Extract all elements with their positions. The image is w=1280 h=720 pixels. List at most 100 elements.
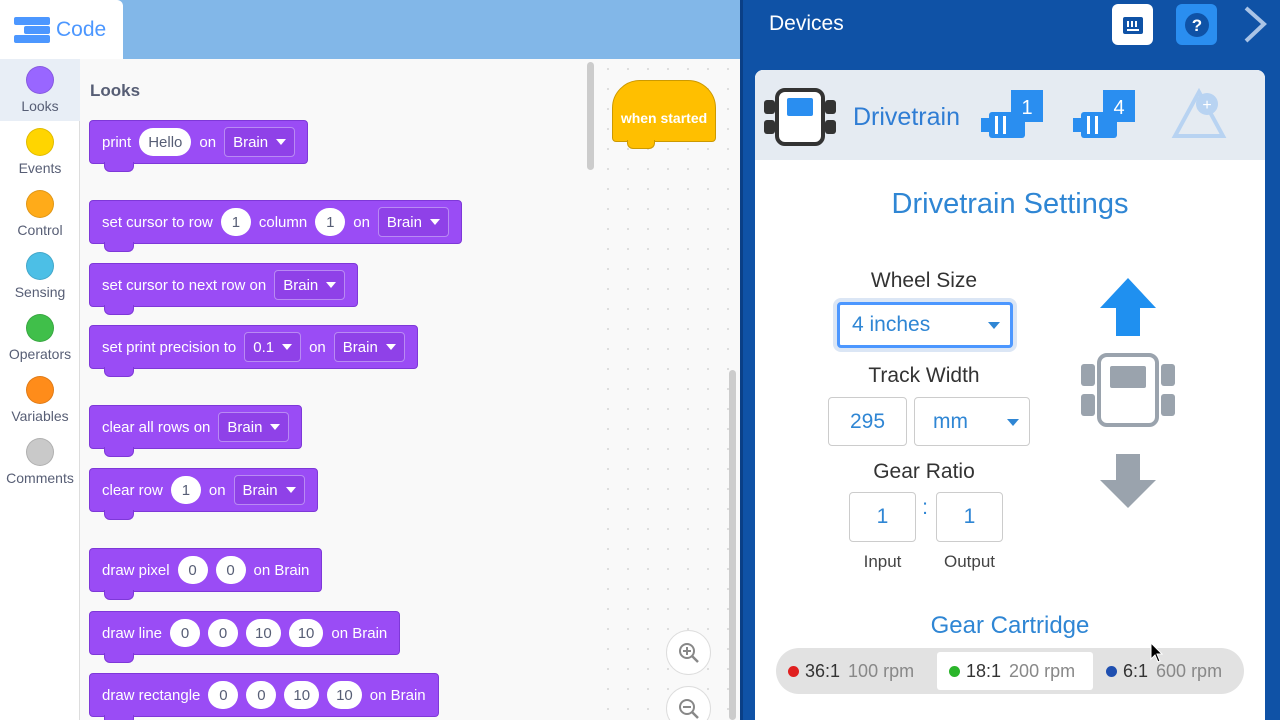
draw-rectangle-block[interactable]: draw rectangle 0 0 10 10 on Brain [89, 673, 439, 720]
flyout-section-title: Looks [90, 81, 141, 100]
y-input[interactable]: 0 [215, 556, 246, 584]
wheel-size-select[interactable]: 4 inches [837, 302, 1013, 348]
block-text: draw rectangle [102, 686, 201, 704]
block-text: draw line [102, 624, 163, 642]
row-input[interactable]: 1 [220, 208, 251, 236]
x2-input[interactable]: 10 [246, 619, 281, 647]
device-dropdown[interactable]: Brain [333, 332, 405, 362]
variables-dot-icon [26, 376, 54, 404]
device-dropdown[interactable]: Brain [274, 270, 346, 300]
gear-input-field[interactable]: 1 [849, 492, 916, 542]
add-device-icon[interactable]: + [1167, 88, 1231, 144]
x1-input[interactable]: 0 [170, 619, 201, 647]
block-text: on [309, 338, 326, 356]
motor-group-icon[interactable]: 4 [1073, 88, 1137, 144]
track-width-label: Track Width [868, 364, 980, 387]
precision-dropdown[interactable]: 0.1 [244, 332, 302, 362]
mouse-cursor-icon [1150, 642, 1164, 663]
cartridge-option-blue[interactable]: 6:1 600 rpm [1094, 652, 1244, 690]
cartridge-rpm: 200 rpm [1009, 660, 1076, 681]
draw-pixel-block[interactable]: draw pixel 0 0 on Brain [89, 548, 323, 600]
wheel-size-label: Wheel Size [870, 269, 978, 292]
device-dropdown[interactable]: Brain [224, 127, 296, 157]
y2-input[interactable]: 10 [288, 619, 324, 647]
category-label: Looks [21, 98, 59, 114]
block-text: draw pixel [102, 561, 170, 579]
port-icon [1122, 16, 1143, 34]
wheel-size-value: 4 inches [852, 313, 931, 336]
category-looks[interactable]: Looks [0, 59, 80, 121]
events-dot-icon [26, 128, 54, 156]
cartridge-option-red[interactable]: 36:1 100 rpm [776, 652, 934, 690]
category-comments[interactable]: Comments [0, 431, 80, 493]
y1-input[interactable]: 0 [208, 619, 239, 647]
drivetrain-tab-label[interactable]: Drivetrain [853, 103, 960, 132]
workspace-scrollbar[interactable] [729, 370, 736, 720]
category-sensing[interactable]: Sensing [0, 245, 80, 307]
clear-row-block[interactable]: clear row 1 on Brain [89, 468, 318, 520]
column-input[interactable]: 1 [315, 208, 346, 236]
motor-icon[interactable]: 1 [981, 88, 1045, 144]
category-control[interactable]: Control [0, 183, 80, 245]
device-dropdown[interactable]: Brain [377, 207, 449, 237]
height-input[interactable]: 10 [327, 681, 362, 709]
block-text: set print precision to [102, 338, 237, 356]
cartridge-ratio: 6:1 [1123, 660, 1149, 681]
block-text: on Brain [369, 686, 426, 704]
track-width-input[interactable]: 295 [828, 397, 907, 446]
x-input[interactable]: 0 [177, 556, 208, 584]
category-variables[interactable]: Variables [0, 369, 80, 431]
green-dot-icon [949, 665, 960, 677]
category-operators[interactable]: Operators [0, 307, 80, 369]
category-sidebar: Looks Events Control Sensing Operators V… [0, 59, 80, 720]
chevron-right-icon[interactable] [1240, 4, 1270, 45]
dropdown-value: 0.1 [253, 338, 275, 356]
next-row-block[interactable]: set cursor to next row on Brain [89, 263, 359, 315]
comments-dot-icon [26, 438, 54, 466]
gear-cartridge-label: Gear Cartridge [930, 612, 1090, 639]
drivetrain-tab-icon-box[interactable] [755, 70, 845, 160]
code-tab[interactable]: Code [0, 0, 123, 59]
track-unit-select[interactable]: mm [914, 397, 1030, 446]
print-block[interactable]: print Hello on Brain [89, 120, 309, 172]
category-label: Control [17, 222, 63, 238]
brain-port-button[interactable] [1112, 4, 1153, 45]
device-tabs: Drivetrain 1 4 + [755, 70, 1265, 160]
output-label: Output [943, 552, 996, 571]
block-text: print [102, 133, 132, 151]
block-text: column [258, 213, 308, 231]
gear-ratio-label: Gear Ratio [873, 460, 975, 483]
help-button[interactable]: ? [1176, 4, 1217, 45]
flyout-scrollbar[interactable] [587, 62, 594, 170]
looks-dot-icon [26, 66, 54, 94]
x-input[interactable]: 0 [208, 681, 239, 709]
text-input[interactable]: Hello [139, 128, 192, 156]
category-label: Comments [6, 470, 74, 486]
caret-down-icon [326, 282, 337, 288]
block-text: on Brain [253, 561, 310, 579]
zoom-in-button[interactable] [666, 630, 711, 675]
print-precision-block[interactable]: set print precision to 0.1 on Brain [89, 325, 418, 377]
cartridge-option-green[interactable]: 18:1 200 rpm [937, 652, 1093, 690]
code-blocks-icon [14, 15, 50, 45]
arrow-up-icon[interactable] [1098, 276, 1158, 338]
category-events[interactable]: Events [0, 121, 80, 183]
category-label: Sensing [14, 284, 66, 300]
arrow-down-icon[interactable] [1098, 452, 1158, 510]
motor-badge: 4 [1113, 97, 1124, 119]
clear-all-rows-block[interactable]: clear all rows on Brain [89, 405, 303, 457]
control-dot-icon [26, 190, 54, 218]
device-dropdown[interactable]: Brain [233, 475, 305, 505]
help-icon: ? [1184, 12, 1209, 37]
y-input[interactable]: 0 [246, 681, 277, 709]
when-started-block[interactable]: when started [612, 80, 716, 149]
set-cursor-block[interactable]: set cursor to row 1 column 1 on Brain [89, 200, 462, 252]
gear-output-field[interactable]: 1 [936, 492, 1003, 542]
code-workspace[interactable] [598, 59, 740, 720]
width-input[interactable]: 10 [284, 681, 320, 709]
device-dropdown[interactable]: Brain [218, 412, 290, 442]
draw-line-block[interactable]: draw line 0 0 10 10 on Brain [89, 611, 401, 663]
dropdown-value: Brain [386, 213, 422, 231]
row-input[interactable]: 1 [170, 476, 201, 504]
zoom-out-icon [678, 698, 699, 719]
